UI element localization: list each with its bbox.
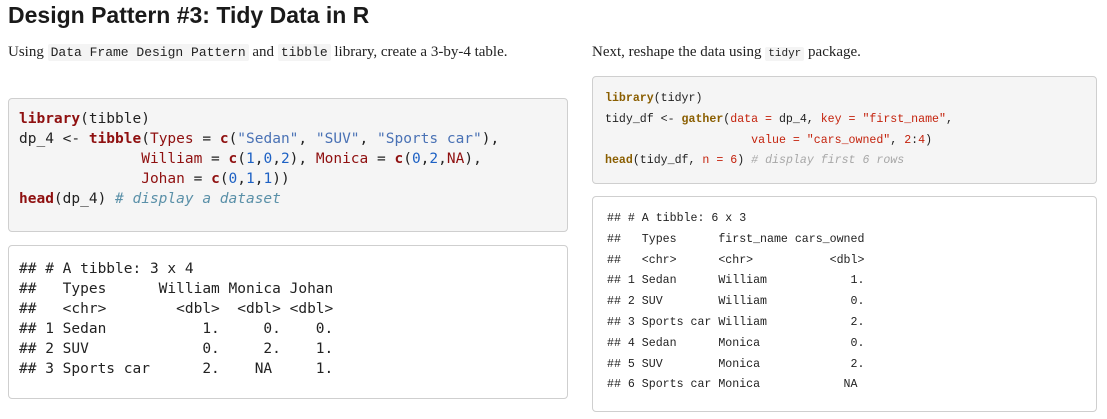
code-text: ( <box>403 151 412 167</box>
code-arg: data = <box>730 112 772 126</box>
code-text: dp_4, <box>772 112 821 126</box>
output-line: ## 1 Sedan 1. 0. 0. <box>19 321 334 337</box>
code-text: (tidy_df, <box>632 154 703 168</box>
code-text: ) <box>925 133 933 147</box>
code-number: 1 <box>246 151 255 167</box>
code-arg: Monica <box>315 151 369 167</box>
output-line: ## 5 SUV Monica 2. <box>607 357 865 371</box>
code-text: , <box>945 112 953 126</box>
left-intro-text: Using Data Frame Design Pattern and tibb… <box>8 42 568 63</box>
code-arg: William <box>141 151 203 167</box>
code-text: ( <box>228 131 238 147</box>
output-line: ## 1 Sedan William 1. <box>607 274 865 288</box>
code-arg: Johan <box>141 171 185 187</box>
code-string: "Sedan" <box>237 131 299 147</box>
output-line: ## Types William Monica Johan <box>19 281 334 297</box>
code-number: 0 <box>263 151 273 167</box>
code-na: NA <box>446 151 465 167</box>
code-fn: head <box>19 191 54 207</box>
code-string: "SUV" <box>315 131 360 147</box>
code-comment: # display first 6 rows <box>751 154 905 168</box>
code-text: )) <box>272 171 290 187</box>
code-fn: tibble <box>88 131 142 147</box>
data-frame-design-pattern-code: Data Frame Design Pattern <box>47 44 249 61</box>
code-text: , <box>438 151 447 167</box>
right-intro-text: Next, reshape the data using tidyr packa… <box>592 42 1097 64</box>
right-intro-pre: Next, reshape the data using <box>592 44 766 60</box>
code-fn: head <box>605 154 633 168</box>
code-text: = <box>368 151 395 167</box>
code-string: "first_name" <box>862 112 946 126</box>
code-arg: Types <box>149 131 194 147</box>
output-line: ## <chr> <chr> <dbl> <box>607 253 865 267</box>
code-string: "cars_owned" <box>806 133 891 147</box>
left-intro-mid: and <box>248 44 278 60</box>
code-text: ( <box>237 151 246 167</box>
output-line: ## 2 SUV William 0. <box>607 295 865 309</box>
code-text: (tibble) <box>80 111 150 127</box>
code-text: tidy_df <- <box>605 112 682 126</box>
code-text: ), <box>481 131 500 147</box>
right-intro-post: package. <box>804 44 861 60</box>
output-line: ## 2 SUV 0. 2. 1. <box>19 341 334 357</box>
code-text: ( <box>219 171 229 187</box>
code-comment: # display a dataset <box>115 191 281 207</box>
left-output-block: ## # A tibble: 3 x 4 ## Types William Mon… <box>8 245 568 399</box>
code-text: ( <box>141 131 150 147</box>
code-fn: c <box>211 171 220 187</box>
code-text: , <box>237 171 247 187</box>
code-fn: c <box>228 151 238 167</box>
code-number: 1 <box>246 171 255 187</box>
code-text: (tidyr) <box>653 92 703 105</box>
left-code-block: library(tibble) dp_4 <- tibble(Types = c… <box>8 98 568 232</box>
code-text: , <box>890 133 905 147</box>
code-number: 0 <box>228 171 238 187</box>
right-code-block: library(tidyr) tidy_df <- gather(data = … <box>592 76 1097 184</box>
output-line: ## <chr> <dbl> <dbl> <dbl> <box>19 301 334 317</box>
output-line: ## 3 Sports car William 2. <box>607 315 865 329</box>
code-number: 1 <box>263 171 273 187</box>
code-text: = <box>193 131 220 147</box>
right-output-block: ## # A tibble: 6 x 3 ## Types first_name … <box>592 196 1097 412</box>
page-title: Design Pattern #3: Tidy Data in R <box>8 2 370 28</box>
code-fn: library <box>19 111 81 127</box>
code-text: ), <box>464 151 482 167</box>
output-line: ## Types first_name cars_owned <box>607 232 865 246</box>
code-text: = <box>184 171 212 187</box>
code-string: "Sports car" <box>377 131 482 147</box>
tibble-code: tibble <box>277 44 331 61</box>
code-fn: c <box>394 151 404 167</box>
code-number: 2 <box>280 151 290 167</box>
code-text: dp_4 <- <box>19 131 89 147</box>
code-arg: value = <box>751 133 800 147</box>
output-line: ## 4 Sedan Monica 0. <box>607 336 865 350</box>
code-text: = <box>202 151 229 167</box>
code-text: , <box>359 131 377 147</box>
left-intro-pre: Using <box>8 44 48 60</box>
code-arg: n = <box>702 154 724 168</box>
output-line: ## # A tibble: 6 x 3 <box>607 212 747 225</box>
output-line: ## # A tibble: 3 x 4 <box>19 261 194 277</box>
code-number: 2 <box>429 151 439 167</box>
code-text: ), <box>289 151 316 167</box>
tidyr-code: tidyr <box>765 47 805 61</box>
code-text: , <box>298 131 316 147</box>
code-text: (dp_4) <box>53 191 116 207</box>
code-fn: library <box>605 92 654 105</box>
output-line: ## 6 Sports car Monica NA <box>607 378 858 392</box>
output-line: ## 3 Sports car 2. NA 1. <box>19 361 334 377</box>
code-number: 0 <box>411 151 421 167</box>
code-text: , <box>272 151 281 167</box>
code-fn: c <box>219 131 229 147</box>
code-text: ) <box>737 154 752 168</box>
left-intro-post: library, create a 3-by-4 table. <box>330 44 508 60</box>
code-fn: gather <box>681 112 724 126</box>
code-arg: key = <box>820 112 856 126</box>
